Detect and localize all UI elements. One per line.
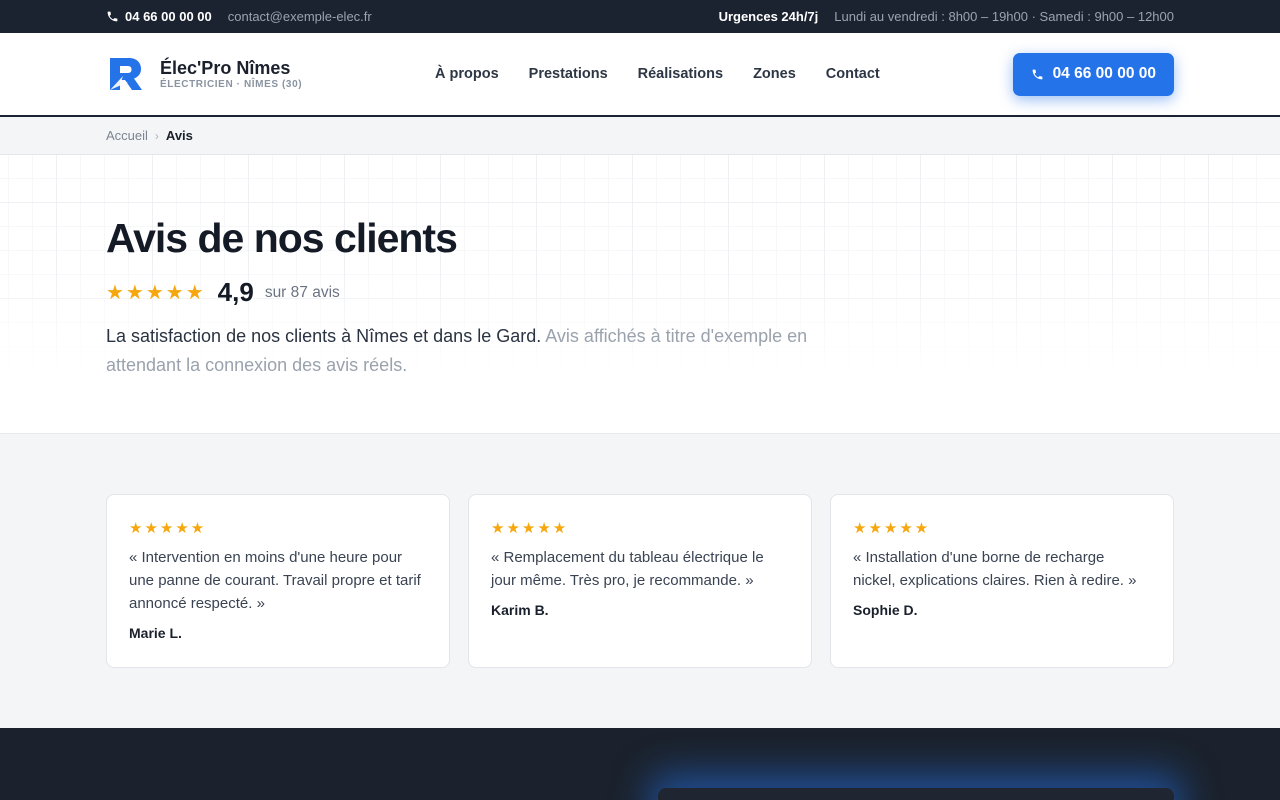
reviews-section: ★★★★★ « Intervention en moins d'une heur… (0, 434, 1280, 728)
review-stars-icon: ★★★★★ (491, 520, 569, 537)
top-bar: 04 66 00 00 00 contact@exemple-elec.fr U… (0, 0, 1280, 33)
rating-count: sur 87 avis (264, 283, 340, 301)
nav-item-zones[interactable]: Zones (753, 66, 796, 82)
top-bar-phone-link[interactable]: 04 66 00 00 00 (106, 9, 212, 24)
rating-score: 4,9 (217, 277, 254, 307)
review-card: ★★★★★ « Remplacement du tableau électriq… (468, 494, 812, 668)
review-text: « Intervention en moins d'une heure pour… (129, 549, 421, 612)
hero-description-main: La satisfaction de nos clients à Nîmes e… (106, 326, 542, 346)
review-card: ★★★★★ « Installation d'une borne de rech… (830, 494, 1174, 668)
review-stars-icon: ★★★★★ (129, 520, 207, 537)
hero-description: La satisfaction de nos clients à Nîmes e… (106, 322, 886, 380)
logo-mark (110, 58, 142, 90)
opening-hours: Lundi au vendredi : 8h00 – 19h00 · Samed… (834, 9, 1174, 24)
review-author: Marie L. (129, 625, 182, 641)
nav-item-contact[interactable]: Contact (826, 66, 880, 82)
review-author: Karim B. (491, 602, 549, 618)
site-header: Élec'Pro Nîmes ÉLECTRICIEN · NÎMES (30) … (0, 33, 1280, 117)
top-bar-email-link[interactable]: contact@exemple-elec.fr (228, 9, 372, 24)
rating-stars-icon: ★★★★★ (106, 282, 206, 304)
breadcrumb-current: Avis (165, 128, 193, 143)
phone-icon (106, 10, 119, 23)
cta-band (0, 728, 1280, 800)
top-bar-phone-text: 04 66 00 00 00 (125, 9, 212, 24)
breadcrumb-home-link[interactable]: Accueil (106, 128, 148, 143)
call-button-label: 04 66 00 00 00 (1052, 65, 1156, 82)
brand-home-link[interactable]: Élec'Pro Nîmes ÉLECTRICIEN · NÎMES (30) (106, 54, 302, 94)
hero-section: Avis de nos clients ★★★★★ 4,9 sur 87 avi… (0, 155, 1280, 434)
nav-item-a-propos[interactable]: À propos (435, 66, 499, 82)
review-stars-icon: ★★★★★ (853, 520, 931, 537)
review-author: Sophie D. (853, 602, 918, 618)
nav-item-realisations[interactable]: Réalisations (638, 66, 723, 82)
brand-name: Élec'Pro Nîmes (160, 58, 291, 78)
breadcrumb: Accueil › Avis (0, 117, 1280, 155)
nav-item-prestations[interactable]: Prestations (529, 66, 608, 82)
page-title: Avis de nos clients (106, 215, 458, 261)
main-nav: À propos Prestations Réalisations Zones … (435, 66, 880, 82)
review-card: ★★★★★ « Intervention en moins d'une heur… (106, 494, 450, 668)
cta-card-top (658, 788, 1174, 800)
brand-text: Élec'Pro Nîmes ÉLECTRICIEN · NÎMES (30) (160, 58, 302, 90)
phone-icon (1031, 68, 1044, 81)
breadcrumb-separator: › (154, 128, 159, 143)
rating-summary: ★★★★★ 4,9 sur 87 avis (106, 277, 1174, 308)
emergency-label: Urgences 24h/7j (718, 9, 819, 24)
review-text: « Remplacement du tableau électrique le … (491, 549, 764, 589)
review-text: « Installation d'une borne de recharge n… (853, 549, 1137, 589)
top-bar-contact: 04 66 00 00 00 contact@exemple-elec.fr (106, 9, 372, 24)
call-button[interactable]: 04 66 00 00 00 (1012, 52, 1174, 96)
top-bar-info: Urgences 24h/7j Lundi au vendredi : 8h00… (719, 9, 1174, 24)
brand-tagline: ÉLECTRICIEN · NÎMES (30) (160, 79, 303, 90)
